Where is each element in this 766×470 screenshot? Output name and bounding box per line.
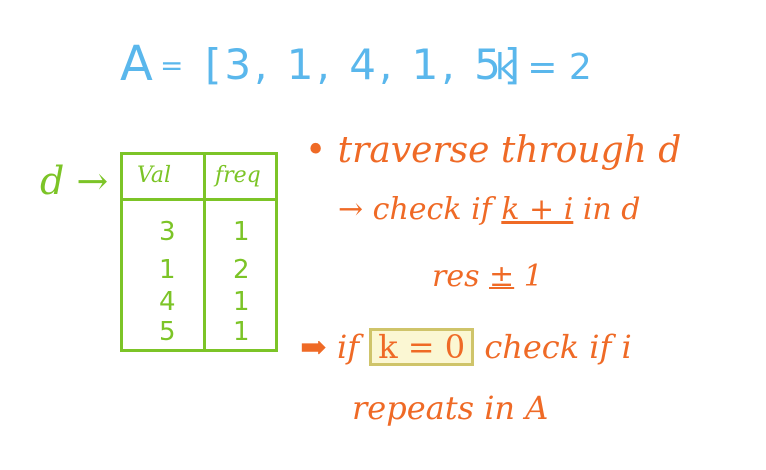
column-header-freq: freq (215, 163, 261, 188)
note-res: res ± 1 (432, 262, 543, 292)
table-cell-freq: 1 (233, 287, 250, 317)
column-header-val: Val (137, 163, 172, 188)
highlighted-condition: k = 0 (369, 328, 475, 366)
frequency-table: Val freq 3 1 1 2 4 1 5 1 (120, 152, 278, 352)
array-name: A (120, 36, 153, 92)
table-cell-val: 5 (159, 317, 176, 347)
dict-label: d → (40, 159, 109, 203)
note3-suffix: 1 (514, 259, 543, 294)
table-cell-freq: 1 (233, 217, 250, 247)
equals-sign: = (160, 49, 184, 82)
table-cell-val: 1 (159, 255, 176, 285)
note4-if: if (326, 328, 370, 366)
note2-prefix: → check if (338, 192, 502, 227)
note4-suffix: check if i (474, 328, 632, 366)
note3-prefix: res (432, 259, 490, 294)
table-cell-val: 3 (159, 217, 176, 247)
note3-plus-minus: ± (489, 259, 515, 294)
note2-suffix: in d (573, 192, 641, 227)
note2-k-plus-i: k + i (501, 192, 574, 227)
table-cell-freq: 2 (233, 255, 250, 285)
table-cell-freq: 1 (233, 317, 250, 347)
note-repeats: repeats in A (352, 389, 549, 427)
array-literal: [3, 1, 4, 1, 5] (205, 40, 524, 89)
note-traverse: • traverse through d (305, 130, 682, 171)
note-check-k-plus-i: → check if k + i in d (338, 195, 641, 225)
table-header-divider (123, 198, 275, 201)
k-assignment: k = 2 (495, 47, 592, 88)
note-k-zero-case: ➡ if k = 0 check if i (300, 328, 632, 366)
arrow-right-icon: ➡ (300, 328, 327, 366)
table-column-divider (203, 155, 206, 349)
table-cell-val: 4 (159, 287, 176, 317)
